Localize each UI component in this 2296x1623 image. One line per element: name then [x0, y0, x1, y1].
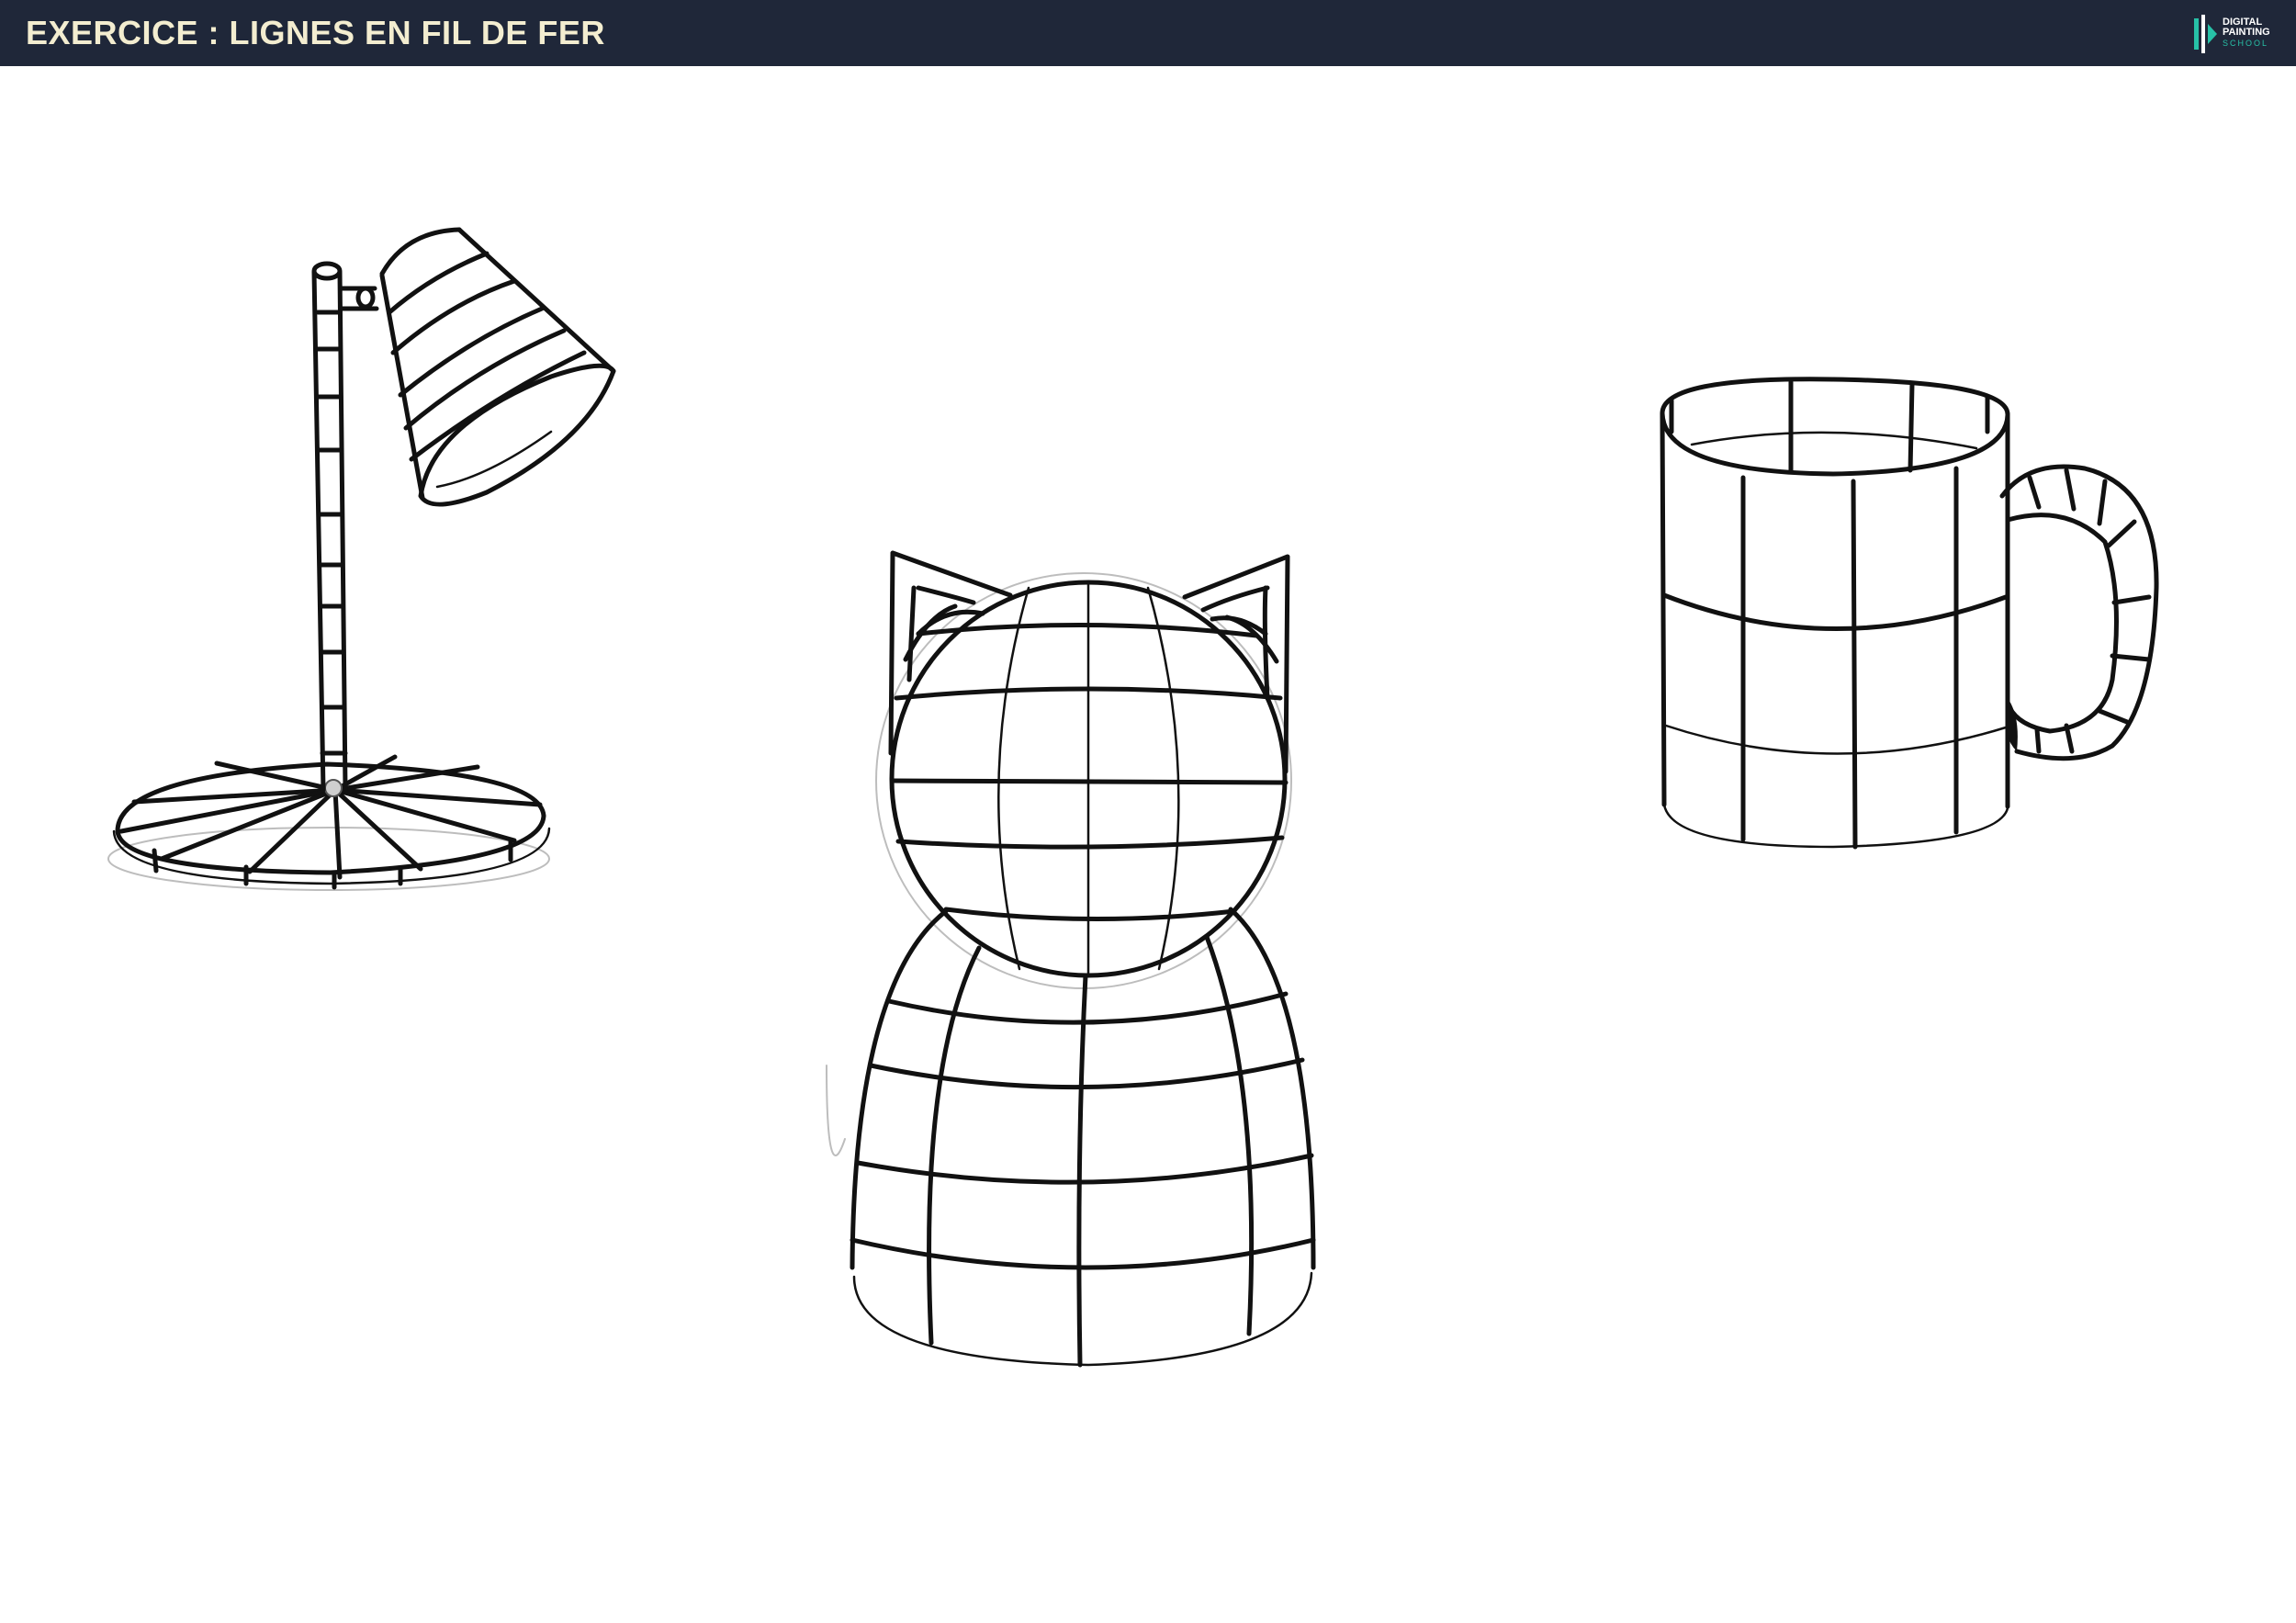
drawing-canvas [107, 227, 2159, 1368]
mug-drawing [1660, 377, 2159, 850]
desk-lamp-drawing [107, 227, 616, 891]
cat-drawing [826, 550, 1316, 1368]
